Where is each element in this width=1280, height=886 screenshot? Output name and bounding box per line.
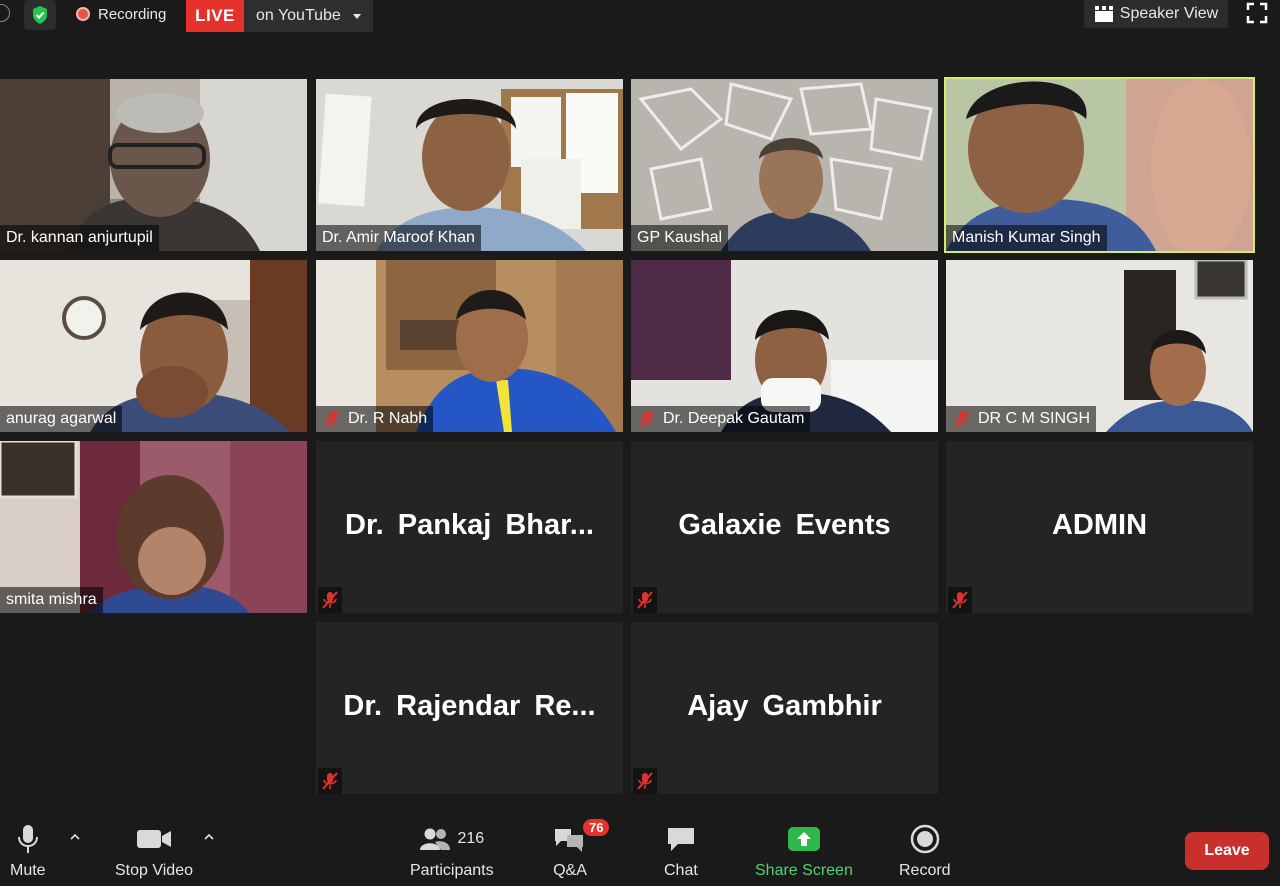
participants-count: 216 bbox=[457, 830, 485, 847]
info-icon[interactable] bbox=[0, 4, 10, 22]
participant-name: Dr. kannan anjurtupil bbox=[0, 225, 159, 251]
participant-tile-no-video[interactable]: Ajay Gambhir bbox=[631, 622, 938, 794]
participant-tile[interactable]: DR C M SINGH bbox=[946, 260, 1253, 432]
share-screen-label: Share Screen bbox=[755, 862, 853, 879]
recording-label: Recording bbox=[98, 5, 167, 23]
livestream-dropdown[interactable]: on YouTube bbox=[244, 0, 373, 32]
muted-mic-badge bbox=[633, 768, 657, 794]
participants-icon bbox=[420, 828, 451, 850]
recording-indicator[interactable]: Recording bbox=[66, 0, 176, 28]
chevron-down-icon bbox=[352, 13, 361, 19]
participant-name: anurag agarwal bbox=[0, 406, 123, 432]
stop-video-button[interactable]: Stop Video bbox=[115, 822, 193, 880]
muted-mic-icon bbox=[324, 410, 340, 428]
livestream-destination: on YouTube bbox=[256, 7, 341, 24]
record-label: Record bbox=[899, 862, 951, 879]
chevron-up-icon[interactable] bbox=[70, 832, 80, 842]
fullscreen-icon[interactable] bbox=[1246, 2, 1268, 24]
live-badge: LIVE bbox=[186, 0, 244, 32]
muted-mic-icon bbox=[322, 772, 338, 790]
leave-button[interactable]: Leave bbox=[1185, 832, 1269, 870]
livestream-indicator[interactable]: LIVE on YouTube bbox=[186, 0, 373, 32]
participant-tile-no-video[interactable]: ADMIN bbox=[946, 441, 1253, 613]
mute-label: Mute bbox=[10, 862, 46, 879]
participant-display-name: ADMIN bbox=[1051, 509, 1148, 541]
participant-tile-no-video[interactable]: Dr. Rajendar Re... bbox=[316, 622, 623, 794]
muted-mic-icon bbox=[637, 591, 653, 609]
qa-icon bbox=[555, 829, 583, 852]
participant-tile[interactable]: Dr. kannan anjurtupil bbox=[0, 79, 307, 251]
chat-label: Chat bbox=[664, 862, 698, 879]
participant-name: Dr. Amir Maroof Khan bbox=[316, 225, 481, 251]
microphone-icon bbox=[17, 825, 38, 853]
participant-name: DR C M SINGH bbox=[946, 406, 1096, 432]
participant-tile[interactable]: Dr. Amir Maroof Khan bbox=[316, 79, 623, 251]
participants-label: Participants bbox=[410, 862, 494, 879]
muted-mic-icon bbox=[639, 410, 655, 428]
stop-video-label: Stop Video bbox=[115, 862, 193, 879]
participants-button[interactable]: 216 Participants bbox=[410, 822, 494, 880]
qa-button[interactable]: Q&A bbox=[553, 822, 587, 880]
speaker-view-button[interactable]: Speaker View bbox=[1084, 0, 1228, 28]
participant-tile[interactable]: Dr. R Nabh bbox=[316, 260, 623, 432]
speaker-view-label: Speaker View bbox=[1119, 5, 1219, 22]
participant-tile-no-video[interactable]: Dr. Pankaj Bhar... bbox=[316, 441, 623, 613]
muted-mic-icon bbox=[952, 591, 968, 609]
participant-display-name: Ajay Gambhir bbox=[687, 690, 882, 722]
muted-mic-badge bbox=[948, 587, 972, 613]
participant-tile-active-speaker[interactable]: Manish Kumar Singh bbox=[944, 77, 1255, 253]
participant-tile[interactable]: GP Kaushal bbox=[631, 79, 938, 251]
muted-mic-icon bbox=[637, 772, 653, 790]
record-button[interactable]: Record bbox=[899, 822, 951, 880]
participant-display-name: Galaxie Events bbox=[678, 509, 891, 541]
record-icon bbox=[910, 824, 940, 854]
chat-button[interactable]: Chat bbox=[664, 822, 698, 880]
participant-tile[interactable]: smita mishra bbox=[0, 441, 307, 613]
muted-mic-badge bbox=[318, 768, 342, 794]
participant-name: GP Kaushal bbox=[631, 225, 729, 251]
share-screen-button[interactable]: Share Screen bbox=[755, 822, 853, 880]
participant-tile[interactable]: Dr. Deepak Gautam bbox=[631, 260, 938, 432]
meeting-toolbar: Mute Stop Video 216 Participants Q&A Cha… bbox=[0, 808, 1280, 886]
view-grid-icon bbox=[1094, 6, 1113, 22]
participant-display-name: Dr. Pankaj Bhar... bbox=[345, 509, 594, 541]
qa-label: Q&A bbox=[553, 862, 587, 879]
participant-tile[interactable]: anurag agarwal bbox=[0, 260, 307, 432]
mute-button[interactable]: Mute bbox=[10, 822, 46, 880]
muted-mic-icon bbox=[322, 591, 338, 609]
muted-mic-icon bbox=[954, 410, 970, 428]
participant-name: Manish Kumar Singh bbox=[946, 225, 1107, 251]
participant-name: smita mishra bbox=[0, 587, 103, 613]
muted-mic-badge bbox=[318, 587, 342, 613]
chat-icon bbox=[667, 828, 694, 851]
participant-display-name: Dr. Rajendar Re... bbox=[343, 690, 596, 722]
chevron-up-icon[interactable] bbox=[204, 832, 214, 842]
participant-tile-no-video[interactable]: Galaxie Events bbox=[631, 441, 938, 613]
video-camera-icon bbox=[137, 830, 171, 848]
qa-count-badge: 76 bbox=[583, 819, 610, 836]
muted-mic-badge bbox=[633, 587, 657, 613]
participant-name: Dr. Deepak Gautam bbox=[631, 406, 811, 432]
share-screen-icon bbox=[787, 827, 820, 851]
participant-name: Dr. R Nabh bbox=[316, 406, 434, 432]
encryption-shield-icon[interactable] bbox=[24, 0, 56, 30]
recording-dot-icon bbox=[76, 7, 90, 21]
